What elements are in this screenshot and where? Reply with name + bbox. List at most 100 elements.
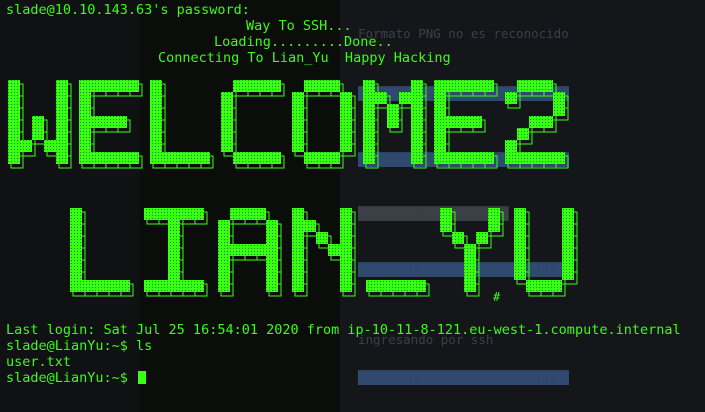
- banner-pixel: [340, 116, 352, 128]
- shell-prompt[interactable]: slade@LianYu:~$: [6, 370, 147, 386]
- banner-pixel: [8, 80, 20, 92]
- banner-pixel: [150, 80, 162, 92]
- banner-pixel: [221, 104, 233, 116]
- banner-pixel: [514, 232, 526, 244]
- banner-pixel: [411, 140, 423, 152]
- banner-pixel: [434, 80, 446, 92]
- last-login-line: Last login: Sat Jul 25 16:54:01 2020 fro…: [6, 322, 681, 338]
- banner-pixel: [79, 128, 91, 140]
- banner-pixel: [402, 280, 414, 292]
- banner-pixel: [269, 152, 281, 164]
- banner-pixel: [292, 232, 304, 244]
- banner-pixel: [529, 80, 541, 92]
- banner-pixel: [562, 268, 574, 280]
- banner-pixel: [79, 80, 91, 92]
- banner-pixel: [553, 152, 565, 164]
- banner-pixel: [70, 244, 82, 256]
- banner-pixel: [505, 92, 517, 104]
- banner-pixel: [8, 104, 20, 116]
- banner-pixel: [375, 92, 387, 104]
- banner-pixel: [221, 92, 233, 104]
- banner-pixel: [70, 280, 82, 292]
- banner-pixel: [79, 140, 91, 152]
- banner-pixel: [476, 232, 488, 244]
- banner-pixel: [434, 140, 446, 152]
- banner-pixel: [411, 104, 423, 116]
- banner-pixel: [340, 128, 352, 140]
- banner-pixel: [254, 208, 266, 220]
- banner-pixel: [70, 256, 82, 268]
- banner-pixel: [221, 140, 233, 152]
- banner-pixel: [168, 268, 180, 280]
- banner-pixel: [366, 280, 378, 292]
- banner-pixel: [458, 116, 470, 128]
- banner-pixel: [192, 208, 204, 220]
- banner-pixel: [517, 128, 529, 140]
- banner-pixel: [56, 92, 68, 104]
- banner-pixel: [218, 220, 230, 232]
- banner-pixel: [162, 152, 174, 164]
- banner-pixel: [56, 128, 68, 140]
- banner-pixel: [399, 92, 411, 104]
- banner-pixel: [488, 208, 500, 220]
- banner-pixel: [266, 244, 278, 256]
- banner-hash: #: [493, 290, 501, 304]
- banner-pixel: [363, 128, 375, 140]
- banner-pixel: [464, 268, 476, 280]
- banner-pixel: [70, 232, 82, 244]
- banner-pixel: [340, 232, 352, 244]
- banner-pixel: [168, 220, 180, 232]
- banner-pixel: [150, 92, 162, 104]
- banner-pixel: [562, 208, 574, 220]
- banner-pixel: [198, 152, 210, 164]
- banner-pixel: [8, 116, 20, 128]
- banner-pixel: [245, 80, 257, 92]
- banner-pixel: [316, 152, 328, 164]
- banner-pixel: [106, 280, 118, 292]
- banner-pixel: [218, 280, 230, 292]
- banner-pixel: [482, 152, 494, 164]
- banner-pixel: [526, 280, 538, 292]
- banner-pixel: [304, 220, 316, 232]
- text-cursor: [138, 371, 147, 384]
- banner-pixel: [257, 80, 269, 92]
- banner-pixel: [363, 92, 375, 104]
- banner-pixel: [91, 152, 103, 164]
- banner-pixel: [514, 256, 526, 268]
- banner-pixel: [458, 80, 470, 92]
- banner-pixel: [505, 140, 517, 152]
- banner-pixel: [470, 80, 482, 92]
- motd-line: Connecting To Lian_Yu Happy Hacking: [158, 50, 451, 66]
- banner-pixel: [517, 152, 529, 164]
- banner-pixel: [562, 220, 574, 232]
- banner-pixel: [70, 268, 82, 280]
- banner-pixel: [82, 280, 94, 292]
- prompt-text: slade@LianYu:~$: [6, 370, 137, 386]
- banner-pixel: [242, 208, 254, 220]
- terminal-window[interactable]: Formato PNG no es reconocido ███████████…: [0, 0, 705, 412]
- banner-pixel: [103, 80, 115, 92]
- banner-pixel: [363, 80, 375, 92]
- banner-pixel: [562, 244, 574, 256]
- banner-pixel: [340, 244, 352, 256]
- banner-pixel: [118, 280, 130, 292]
- banner-pixel: [221, 128, 233, 140]
- banner-pixel: [56, 80, 68, 92]
- banner-pixel: [434, 92, 446, 104]
- banner-pixel: [411, 152, 423, 164]
- banner-pixel: [553, 92, 565, 104]
- banner-pixel: [517, 80, 529, 92]
- banner-pixel: [245, 152, 257, 164]
- banner-pixel: [233, 80, 245, 92]
- banner-pixel: [434, 104, 446, 116]
- banner-pixel: [103, 116, 115, 128]
- banner-pixel: [292, 256, 304, 268]
- banner-pixel: [363, 152, 375, 164]
- banner-pixel: [150, 140, 162, 152]
- banner-pixel: [180, 208, 192, 220]
- banner-pixel: [340, 268, 352, 280]
- banner-pixel: [150, 128, 162, 140]
- banner-pixel: [32, 116, 44, 128]
- banner-pixel: [340, 140, 352, 152]
- banner-pixel: [20, 140, 32, 152]
